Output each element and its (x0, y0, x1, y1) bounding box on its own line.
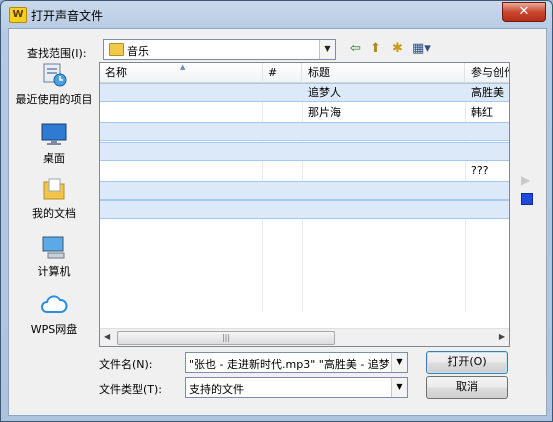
file-row[interactable]: 潘美辰 - 我曾用心爱着你... (100, 180, 509, 200)
cloud-icon (41, 295, 68, 313)
views-menu-icon[interactable]: ▦▾ (412, 41, 431, 57)
chevron-down-icon[interactable]: ▼ (391, 353, 407, 372)
scrollbar-thumb[interactable]: ||| (117, 331, 335, 345)
filename-label: 文件名(N): (99, 358, 153, 371)
open-sound-dialog: W 打开声音文件 ✕ 查找范围(I): 音乐 ▼ ⇦ ⬆ ✱ ▦▾ 最近使用的项… (0, 0, 553, 422)
column-name[interactable]: ▲ 名称 (100, 63, 263, 82)
dialog-body: 查找范围(I): 音乐 ▼ ⇦ ⬆ ✱ ▦▾ 最近使用的项目 桌面 我的文档 计… (8, 28, 547, 416)
file-row[interactable]: 张也 - 走进新时代.mp3 (100, 200, 509, 219)
place-label: 计算机 (37, 265, 71, 278)
computer-icon (42, 236, 65, 259)
window-title: 打开声音文件 (31, 9, 104, 23)
folder-icon (109, 43, 124, 56)
filename-combo[interactable]: "张也 - 走进新时代.mp3" "高胜美 - 追梦 ▼ (185, 352, 408, 373)
place-documents[interactable]: 我的文档 (13, 176, 95, 220)
place-computer[interactable]: 计算机 (13, 234, 95, 278)
file-artist: ??? (471, 164, 489, 177)
back-icon[interactable]: ⇦ (350, 41, 361, 57)
lookin-value: 音乐 (127, 45, 149, 58)
open-button[interactable]: 打开(O) (426, 351, 508, 374)
place-label: 桌面 (43, 152, 65, 165)
close-button[interactable]: ✕ (502, 2, 546, 22)
new-folder-icon[interactable]: ✱ (392, 41, 403, 57)
file-title: 追梦人 (308, 86, 341, 99)
filename-input[interactable]: "张也 - 走进新时代.mp3" "高胜美 - 追梦 (189, 356, 389, 372)
column-title[interactable]: 标题 (303, 63, 465, 82)
file-row[interactable]: 刘欢 - 从头再来.mp3??? (100, 161, 509, 180)
scroll-left-icon[interactable]: ◀ (104, 332, 110, 341)
place-wps-cloud[interactable]: WPS网盘 (13, 292, 95, 336)
file-title: 那片海 (308, 105, 341, 119)
file-row[interactable]: 黄安 - 新鸳鸯蝴蝶梦.mp3 (100, 122, 509, 141)
file-row[interactable]: 韩红 - 那片海.mp3那片海韩红 (100, 103, 509, 122)
chevron-down-icon[interactable]: ▼ (319, 40, 335, 59)
place-recent[interactable]: 最近使用的项目 (13, 62, 95, 106)
lookin-dropdown[interactable]: 音乐 ▼ (103, 39, 336, 60)
place-desktop[interactable]: 桌面 (13, 121, 95, 165)
file-artist: 高胜美 (471, 86, 504, 99)
place-label: 最近使用的项目 (15, 93, 93, 106)
column-artists[interactable]: 参与创作 (466, 63, 509, 82)
documents-icon (43, 178, 65, 200)
horizontal-scrollbar[interactable]: ◀ ||| ▶ (100, 328, 509, 346)
place-label: WPS网盘 (30, 323, 78, 336)
file-artist: 韩红 (471, 105, 493, 119)
desktop-icon (41, 123, 67, 145)
file-list[interactable]: ▲ 名称 # 标题 参与创作 高胜美 - 追梦人.mp3追梦人高胜美韩红 - 那… (99, 62, 510, 347)
file-row[interactable]: 林志颖 - 我不后悔.mp3 (100, 141, 509, 161)
play-preview-icon[interactable]: ▶ (521, 173, 530, 187)
stop-preview-icon[interactable] (521, 193, 533, 205)
wps-app-icon: W (9, 7, 27, 23)
recent-icon (43, 63, 67, 87)
list-header: ▲ 名称 # 标题 参与创作 (100, 63, 509, 83)
chevron-down-icon[interactable]: ▼ (391, 378, 407, 397)
filetype-value: 支持的文件 (189, 383, 244, 396)
title-bar[interactable]: W 打开声音文件 ✕ (1, 1, 552, 28)
sort-asc-icon: ▲ (180, 63, 186, 71)
up-folder-icon[interactable]: ⬆ (370, 41, 381, 57)
cancel-button[interactable]: 取消 (426, 376, 508, 399)
lookin-label: 查找范围(I): (27, 47, 87, 60)
scroll-right-icon[interactable]: ▶ (499, 332, 505, 341)
file-row[interactable]: 高胜美 - 追梦人.mp3追梦人高胜美 (100, 83, 509, 102)
column-name-label: 名称 (105, 66, 127, 79)
filetype-label: 文件类型(T): (99, 383, 163, 396)
places-bar: 最近使用的项目 桌面 我的文档 计算机 WPS网盘 (13, 62, 95, 352)
column-number[interactable]: # (263, 63, 302, 82)
place-label: 我的文档 (32, 207, 76, 220)
filetype-select[interactable]: 支持的文件 ▼ (185, 377, 408, 398)
